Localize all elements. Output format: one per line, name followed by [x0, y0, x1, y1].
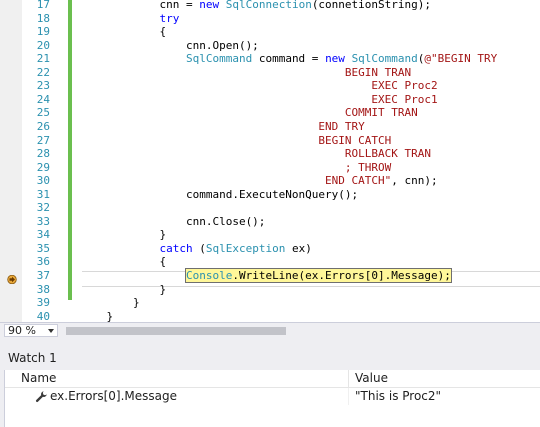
column-header-name[interactable]: Name — [21, 370, 56, 387]
zoom-level: 90 % — [8, 324, 36, 337]
code-line-40[interactable]: 40 } — [0, 309, 540, 322]
watch-expression-value[interactable]: "This is Proc2" — [355, 388, 441, 405]
watch-expression-name[interactable]: ex.Errors[0].Message — [50, 388, 177, 405]
code-text[interactable]: } — [80, 309, 113, 322]
row-divider — [348, 388, 349, 405]
watch-window-title[interactable]: Watch 1 — [0, 348, 540, 368]
watch-row[interactable]: ex.Errors[0].Message "This is Proc2" — [5, 388, 540, 405]
horizontal-scrollbar-thumb[interactable] — [66, 327, 286, 335]
watch-grid: Name Value ex.Errors[0].Message "This is… — [4, 370, 540, 427]
chevron-down-icon — [48, 329, 54, 333]
zoom-dropdown[interactable]: 90 % — [4, 324, 58, 337]
code-editor[interactable]: 17 cnn = new SqlConnection(connetionStri… — [0, 0, 540, 322]
column-divider[interactable] — [348, 370, 349, 387]
watch-window: Watch 1 Name Value ex.Errors[0].Message … — [0, 338, 540, 427]
watch-grid-header: Name Value — [5, 370, 540, 388]
editor-bottom-bar: 90 % — [0, 322, 540, 339]
wrench-icon — [35, 391, 47, 403]
column-header-value[interactable]: Value — [355, 370, 388, 387]
line-number: 40 — [36, 309, 50, 322]
